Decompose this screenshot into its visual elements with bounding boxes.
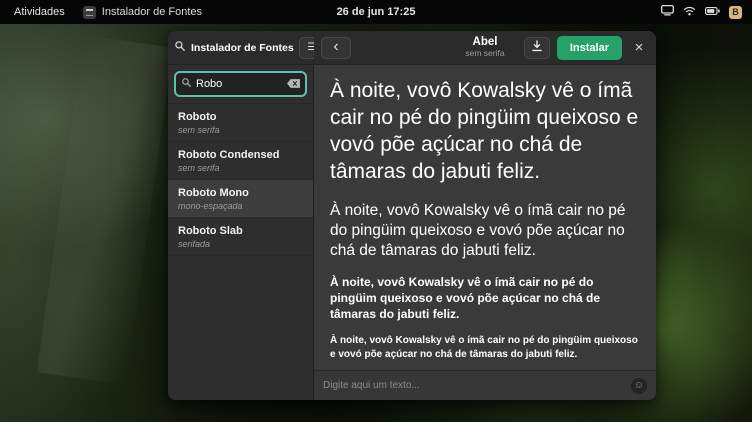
font-name: Roboto Mono xyxy=(178,187,303,199)
shell-top-bar: Atividades Instalador de Fontes 26 de ju… xyxy=(0,0,752,24)
font-name: Roboto Slab xyxy=(178,225,303,237)
preview-font-name: Abel xyxy=(465,36,504,49)
download-icon xyxy=(531,40,543,55)
install-button[interactable]: Instalar xyxy=(557,36,622,60)
search-icon[interactable] xyxy=(174,39,186,57)
distro-logo-badge: B xyxy=(729,6,742,19)
pangram-preview-md: À noite, vovô Kowalsky vê o ímã cair no … xyxy=(330,274,640,323)
back-chevron-icon: ‹ xyxy=(333,39,338,55)
font-style: serifada xyxy=(178,239,303,249)
font-style: sem serifa xyxy=(178,163,303,173)
waterfall-preview: À noite, vovô Kowalsky vê o ímã cair no … xyxy=(314,65,656,370)
font-list-item-roboto-slab[interactable]: Roboto Slab serifada xyxy=(168,218,313,256)
font-installer-window: Instalador de Fontes ☰ Roboto sem serifa xyxy=(168,31,656,400)
clear-search-icon[interactable] xyxy=(287,75,300,93)
pangram-preview-sm: À noite, vovô Kowalsky vê o ímã cair no … xyxy=(330,334,640,361)
emoji-picker-button[interactable]: ☺ xyxy=(631,378,647,394)
font-title-block: Abel sem serifa xyxy=(465,36,504,59)
screen-cast-icon xyxy=(661,5,674,19)
search-input[interactable] xyxy=(196,78,283,90)
window-title: Instalador de Fontes xyxy=(191,42,294,54)
back-button[interactable]: ‹ xyxy=(321,37,351,59)
emoji-icon: ☺ xyxy=(634,381,644,391)
preview-font-category: sem serifa xyxy=(465,49,504,58)
close-window-button[interactable]: × xyxy=(629,37,649,59)
system-status-area[interactable]: B xyxy=(661,5,752,19)
battery-icon xyxy=(705,6,720,18)
custom-text-bar: ☺ xyxy=(314,370,656,400)
activities-button[interactable]: Atividades xyxy=(10,4,69,20)
pangram-preview-lg: À noite, vovô Kowalsky vê o ímã cair no … xyxy=(330,201,640,261)
app-icon xyxy=(83,6,96,19)
preview-headerbar: ‹ Abel sem serifa Instalar × xyxy=(314,31,656,65)
font-list-item-roboto[interactable]: Roboto sem serifa xyxy=(168,104,313,142)
clock[interactable]: 26 de jun 17:25 xyxy=(337,6,416,18)
sidebar-headerbar: Instalador de Fontes ☰ xyxy=(168,31,313,65)
font-style: mono-espaçada xyxy=(178,201,303,211)
wifi-icon xyxy=(683,6,696,19)
pangram-preview-xl: À noite, vovô Kowalsky vê o ímã cair no … xyxy=(330,78,640,186)
preview-pane: ‹ Abel sem serifa Instalar × À noite, vo… xyxy=(314,31,656,400)
font-name: Roboto Condensed xyxy=(178,149,303,161)
font-name: Roboto xyxy=(178,111,303,123)
download-button[interactable] xyxy=(524,37,550,59)
font-list-item-roboto-mono[interactable]: Roboto Mono mono-espaçada xyxy=(168,180,313,218)
focused-app-indicator[interactable]: Instalador de Fontes xyxy=(83,6,202,19)
sidebar: Instalador de Fontes ☰ Roboto sem serifa xyxy=(168,31,314,400)
custom-preview-input[interactable] xyxy=(323,380,625,391)
close-icon: × xyxy=(635,40,644,55)
font-style: sem serifa xyxy=(178,125,303,135)
focused-app-name: Instalador de Fontes xyxy=(102,6,202,18)
search-entry-icon xyxy=(181,75,192,93)
font-results-list: Roboto sem serifa Roboto Condensed sem s… xyxy=(168,104,313,400)
search-area xyxy=(168,65,313,104)
search-entry[interactable] xyxy=(174,71,307,97)
font-list-item-roboto-condensed[interactable]: Roboto Condensed sem serifa xyxy=(168,142,313,180)
